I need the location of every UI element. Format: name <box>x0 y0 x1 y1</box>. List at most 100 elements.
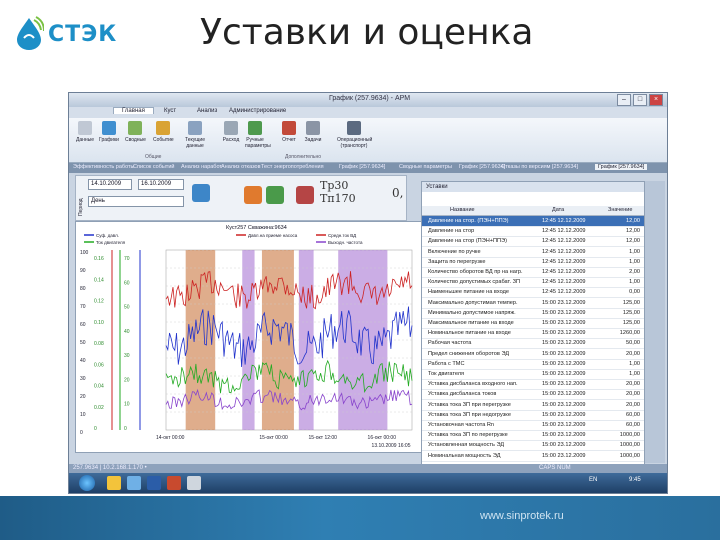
settings-cell-date: 12:45 12.12.2009 <box>542 228 586 235</box>
ribbon-button-icon <box>128 121 142 135</box>
ribbon-button-1[interactable]: Графики <box>99 121 119 143</box>
slide-footer: www.sinprotek.ru <box>0 496 720 540</box>
ribbon-group-extra: Дополнительно <box>285 154 321 160</box>
ribbon-button-icon <box>306 121 320 135</box>
settings-cell-name: Включение по ручке <box>428 248 481 255</box>
y-tick-left: 40 <box>80 358 86 364</box>
settings-cell-name: Наименьшее питание на входе <box>428 289 509 296</box>
y-tick-mid: 0.14 <box>94 277 104 283</box>
settings-cell-name: Давление на стор <box>428 228 475 235</box>
settings-cell-value: 1,00 <box>629 371 640 377</box>
ribbon-button-icon <box>248 121 262 135</box>
settings-cell-value: 12,00 <box>626 228 640 235</box>
ribbon-button-0[interactable]: Данные <box>75 121 95 143</box>
settings-cell-date: 15:00 23.12.2009 <box>542 320 586 326</box>
settings-cell-date: 12:45 12.12.2009 <box>542 238 586 245</box>
doc-tab-runtime[interactable]: Анализ наработ <box>181 164 222 170</box>
tab-home[interactable]: Главная <box>113 107 154 114</box>
doc-tab-failures-by-version[interactable]: Отказы по версиям [257.9634] <box>501 164 578 170</box>
settings-cell-value: 125,00 <box>622 320 640 326</box>
y-tick-left: 100 <box>80 250 89 256</box>
graph-controls: Период 14.10.2009 16.10.2009 День Тр30 Т… <box>75 175 407 221</box>
doc-tab-failures[interactable]: Анализ отказов <box>221 164 261 170</box>
maximize-button[interactable]: □ <box>633 94 647 106</box>
export-icon[interactable] <box>244 186 262 204</box>
doc-tab-events[interactable]: Список событий <box>133 164 174 170</box>
ribbon-button-5[interactable]: Расход <box>221 121 241 143</box>
y-tick-mid: 0.16 <box>94 256 104 262</box>
settings-cell-date: 15:00 23.12.2009 <box>542 299 586 306</box>
x-tick: 16-окт 00:00 <box>368 435 397 441</box>
settings-cell-date: 15:00 23.12.2009 <box>542 350 586 357</box>
doc-tab-efficiency[interactable]: Эффективность работы <box>73 164 134 170</box>
explorer-icon[interactable] <box>107 476 121 490</box>
ribbon-button-4[interactable]: Текущие данные <box>185 121 205 149</box>
play-icon[interactable] <box>266 186 284 204</box>
y-tick-right: 40 <box>124 329 130 335</box>
doc-tab-graph-active[interactable]: График [257.9634] <box>595 164 648 170</box>
settings-cell-name: Установленная мощность ЭД <box>428 442 505 449</box>
settings-cell-name: Ток двигателя <box>428 371 465 377</box>
tab-cluster[interactable]: Куст <box>164 108 176 114</box>
col-name[interactable]: Название <box>450 207 475 213</box>
status-left: 257.9634 | 10.2.168.1.170 • <box>73 465 147 471</box>
settings-cell-name: Уставка тока ЗП по перегрузке <box>428 432 508 439</box>
settings-cell-value: 20,00 <box>626 401 640 408</box>
chart-header: Куст257 Скважина:9634 <box>226 225 287 231</box>
settings-cell-name: Защита по перегрузке <box>428 258 486 265</box>
period-select[interactable]: День <box>88 196 184 207</box>
app-icon[interactable] <box>147 476 161 490</box>
settings-cell-date: 12:45 12.12.2009 <box>542 258 586 265</box>
y-tick-left: 60 <box>80 322 86 328</box>
ribbon-button-9[interactable]: Операционный (транспорт) <box>337 121 372 149</box>
browser-icon[interactable] <box>127 476 141 490</box>
status-right: CAPS NUM <box>539 465 571 471</box>
settings-cell-date: 15:00 23.12.2009 <box>542 422 586 428</box>
company-logo: СТЭК <box>10 8 120 54</box>
ribbon-button-3[interactable]: Событие <box>153 121 174 143</box>
ribbon-button-6[interactable]: Ручные параметры <box>245 121 271 149</box>
doc-tab-graph-1[interactable]: График [257.9634] <box>339 164 385 170</box>
app-window: График (257.9634) - APM – □ × Главная Ку… <box>68 92 668 494</box>
y-tick-left: 80 <box>80 286 86 292</box>
y-tick-right: 30 <box>124 353 130 359</box>
date-from-picker[interactable]: 14.10.2009 <box>88 179 132 190</box>
ribbon-button-2[interactable]: Сводные <box>125 121 146 143</box>
close-button[interactable]: × <box>649 94 663 106</box>
controls-side-label: Период <box>78 198 84 216</box>
settings-cell-value: 1,00 <box>629 258 640 265</box>
y-tick-left: 90 <box>80 268 86 274</box>
doc-icon[interactable] <box>187 476 201 490</box>
date-to-picker[interactable]: 16.10.2009 <box>138 179 184 190</box>
doc-tab-energy[interactable]: Тест энергопотребления <box>261 164 324 170</box>
ribbon-group-general: Общие <box>145 154 162 160</box>
refresh-icon[interactable] <box>192 184 210 202</box>
settings-cell-date: 15:00 23.12.2009 <box>542 452 586 459</box>
ribbon-button-icon <box>188 121 202 135</box>
settings-cell-name: Номинальная мощность ЭД <box>428 452 501 459</box>
doc-tab-summary[interactable]: Сводные параметры <box>399 164 452 170</box>
tab-admin[interactable]: Администрирование <box>229 108 286 114</box>
start-button[interactable] <box>79 475 95 491</box>
x-tick: 14-окт 00:00 <box>156 435 185 441</box>
settings-row[interactable]: Номинальная мощность ЭД 15:00 23.12.2009 1… <box>422 451 644 462</box>
col-date[interactable]: Дата <box>552 207 564 213</box>
settings-panel-title: Уставки <box>422 182 644 192</box>
settings-table-header: Название Дата Значение <box>422 206 644 216</box>
minimize-button[interactable]: – <box>617 94 631 106</box>
presentation-icon[interactable] <box>167 476 181 490</box>
settings-cell-date: 15:00 23.12.2009 <box>542 391 586 398</box>
slide: СТЭК Уставки и оценка График (257.9634) … <box>0 0 720 540</box>
settings-cell-value: 12,00 <box>626 238 640 245</box>
record-icon[interactable] <box>296 186 314 204</box>
tab-analysis[interactable]: Анализ <box>197 108 217 114</box>
settings-cell-name: Количество допустимых срабат. ЗП <box>428 279 520 286</box>
doc-tab-graph-2[interactable]: График [257.9634] <box>459 164 505 170</box>
document-tabs: Эффективность работы Список событий Анал… <box>69 163 667 173</box>
window-titlebar: График (257.9634) - APM – □ × <box>69 93 667 107</box>
ribbon-button-icon <box>78 121 92 135</box>
ribbon-button-label: Данные <box>75 137 95 143</box>
ribbon-button-8[interactable]: Задачи <box>303 121 323 143</box>
col-value[interactable]: Значение <box>608 207 632 213</box>
ribbon-button-7[interactable]: Отчет <box>279 121 299 143</box>
